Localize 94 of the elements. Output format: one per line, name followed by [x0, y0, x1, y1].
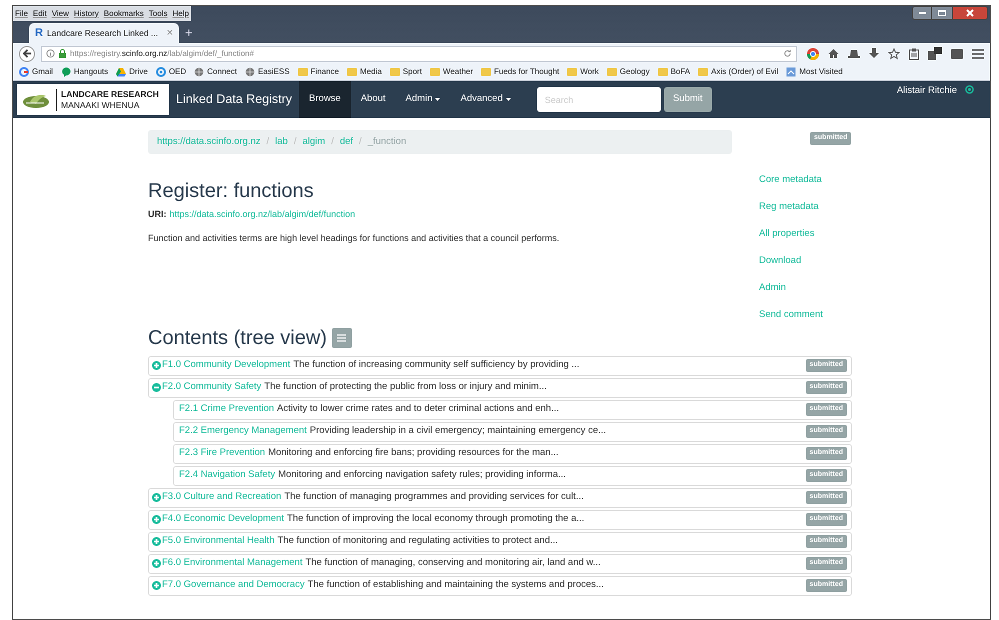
- browser-tab[interactable]: R Landcare Research Linked ... ×: [29, 23, 179, 43]
- breadcrumb-separator: /: [331, 134, 334, 149]
- section-title: Contents (tree view): [148, 326, 327, 350]
- breadcrumb-current: _function: [368, 134, 406, 149]
- bookmark[interactable]: Work: [567, 66, 599, 78]
- download-icon[interactable]: [869, 48, 879, 59]
- bookmark[interactable]: EasiESS: [244, 66, 290, 78]
- item-description: Providing leadership in a civil emergency; maintaining emergency ce...: [310, 424, 608, 438]
- folder-icon: [390, 67, 400, 77]
- page-title: Register: functions: [148, 179, 315, 204]
- menu-item[interactable]: File: [15, 8, 28, 20]
- folder-icon: [430, 67, 440, 77]
- home-icon[interactable]: [828, 48, 839, 59]
- item-description: The function of managing programmes and providing services for cult...: [284, 490, 585, 504]
- chat-bubble-icon: [60, 67, 71, 77]
- globe-icon: [194, 67, 204, 77]
- bookmark[interactable]: Gmail: [19, 66, 53, 78]
- folder-icon: [298, 67, 308, 77]
- status-circle-icon: [965, 85, 974, 94]
- bookmark[interactable]: Connect: [194, 66, 237, 78]
- item-description: The function of protecting the public from loss or injury and minim...: [264, 380, 548, 394]
- hat-icon[interactable]: [848, 48, 860, 58]
- star-icon[interactable]: [888, 48, 900, 60]
- user-name[interactable]: Alistair Ritchie: [896, 84, 957, 98]
- menu-icon[interactable]: [972, 48, 984, 58]
- address-field[interactable]: https://registry.scinfo.org.nz/lab/algim/def/_function#: [41, 46, 797, 62]
- item-description: The function of managing, conserving and monitoring air, land and w...: [305, 556, 602, 570]
- folder-icon: [567, 67, 578, 77]
- nav-link[interactable]: Admin: [396, 81, 450, 118]
- bookmark[interactable]: Most Visited: [786, 66, 843, 78]
- item-description: The function of establishing and maintaining the systems and proces...: [308, 578, 605, 592]
- item-description: The function of improving the local economy through promoting the a...: [286, 512, 586, 526]
- list-view-button[interactable]: [332, 328, 352, 348]
- nav-link[interactable]: About: [350, 81, 396, 118]
- logo-text: LANDCARE RESEARCH: [61, 88, 159, 100]
- menu-item[interactable]: Help: [172, 8, 189, 20]
- breadcrumb-separator: /: [359, 134, 362, 149]
- item-description: Monitoring and enforcing fire bans; providing resources for the man...: [268, 446, 560, 460]
- g-logo-icon: [19, 67, 29, 77]
- nav-link[interactable]: Browse: [299, 81, 351, 118]
- url-text: https://registry.scinfo.org.nz/lab/algim/def/_function#: [70, 48, 255, 60]
- reload-icon[interactable]: [783, 49, 792, 58]
- nav-link[interactable]: Advanced: [450, 81, 521, 118]
- uri-label: URI:: [148, 208, 166, 221]
- info-icon: [46, 49, 55, 58]
- tab-title: Landcare Research Linked ...: [46, 26, 159, 40]
- menu-item[interactable]: Edit: [32, 8, 47, 20]
- maximize-button[interactable]: [932, 6, 952, 20]
- screen-icon[interactable]: [951, 48, 963, 58]
- breadcrumb-separator: /: [294, 134, 296, 149]
- item-description: The function of increasing community self sufficiency by providing ...: [293, 358, 580, 372]
- folder-icon: [481, 67, 492, 77]
- folder-icon: [606, 67, 617, 77]
- folder-icon: [698, 67, 708, 77]
- page-icon: [786, 67, 796, 77]
- item-description: Monitoring and enforcing navigation safety rules; providing informa...: [278, 468, 567, 482]
- breadcrumb-separator: /: [266, 134, 270, 149]
- menu-item[interactable]: Bookmarks: [104, 8, 144, 20]
- item-description: The function of monitoring and regulating activities to protect and...: [277, 534, 559, 548]
- folder-icon: [347, 67, 357, 77]
- description-text: Function and activities terms are high level headings for functions and activities that a council performs.: [148, 232, 560, 245]
- bookmark[interactable]: Finance: [298, 66, 339, 78]
- item-description: Activity to lower crime rates and to deter criminal actions and enh...: [277, 402, 560, 416]
- bookmark[interactable]: Media: [347, 66, 382, 78]
- clipboard-icon[interactable]: [909, 48, 919, 60]
- menu-item[interactable]: Tools: [148, 8, 168, 20]
- bookmark[interactable]: OED: [156, 66, 186, 78]
- minimize-button[interactable]: [912, 6, 932, 20]
- triangle-logo-icon: [116, 67, 126, 77]
- back-button[interactable]: [19, 46, 35, 62]
- folder-icon: [658, 67, 668, 77]
- chrome-icon[interactable]: [807, 48, 819, 60]
- close-button[interactable]: [952, 6, 988, 20]
- logo-subtitle: MANAAKI WHENUA: [61, 100, 140, 110]
- menu-item[interactable]: History: [74, 8, 99, 20]
- bookmark[interactable]: Weather: [430, 66, 474, 78]
- bookmark[interactable]: Sport: [390, 66, 422, 78]
- bookmark[interactable]: Drive: [116, 66, 148, 78]
- new-tab-button[interactable]: +: [185, 22, 193, 43]
- favicon: R: [35, 26, 43, 41]
- bookmark[interactable]: Hangouts: [60, 66, 108, 78]
- lock-icon: [59, 49, 66, 58]
- bookmark[interactable]: Geology: [606, 66, 650, 78]
- extension-icon[interactable]: [928, 47, 942, 60]
- bookmark[interactable]: Fueds for Thought: [481, 66, 560, 78]
- bookmark[interactable]: Axis (Order) of Evil: [698, 66, 778, 78]
- globe-icon: [244, 67, 255, 77]
- menu-item[interactable]: View: [52, 8, 69, 20]
- bookmark[interactable]: BoFA: [658, 66, 690, 78]
- list-icon: [337, 334, 346, 342]
- brand-title[interactable]: Linked Data Registry: [169, 90, 300, 109]
- back-arrow-icon: [22, 49, 32, 58]
- close-icon: [966, 9, 974, 17]
- ring-icon: [156, 67, 166, 77]
